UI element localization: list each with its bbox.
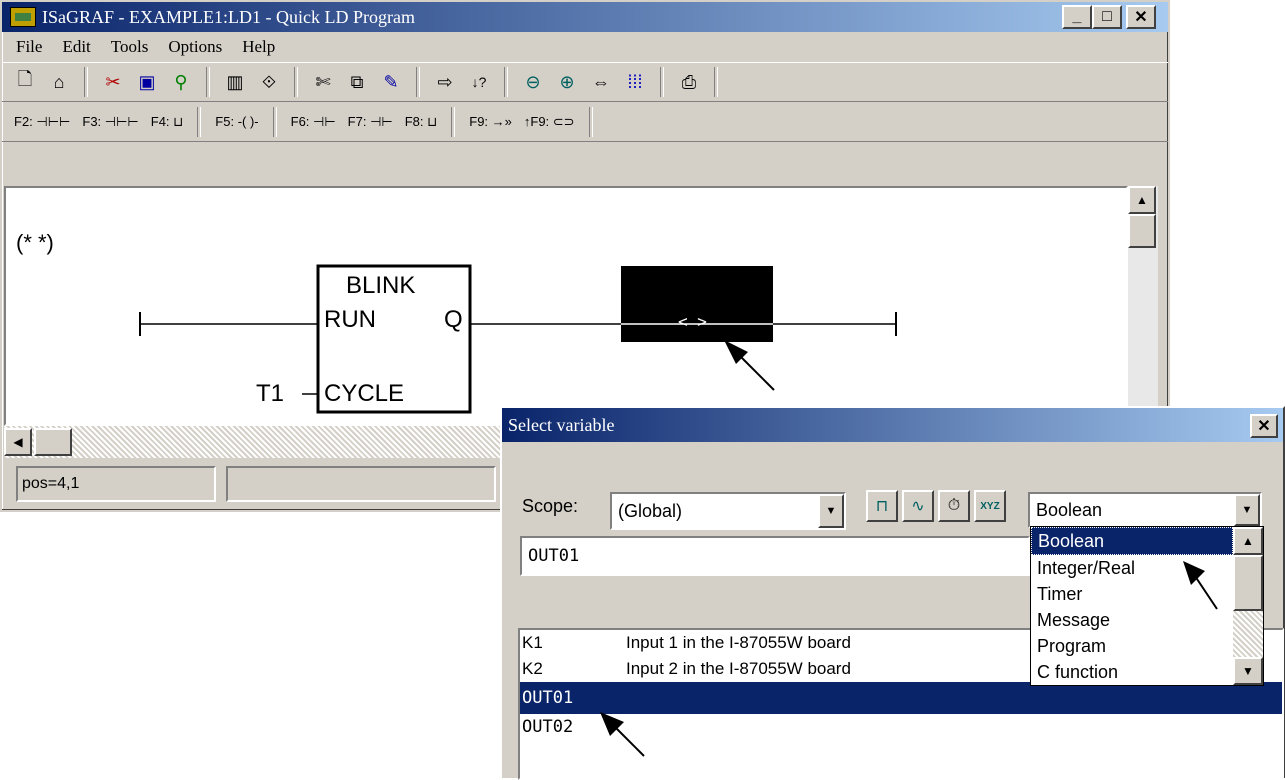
dropdown-scrollbar[interactable]: ▲ ▼	[1233, 527, 1263, 685]
menu-bar: File Edit Tools Options Help	[2, 32, 1168, 62]
ld-block-f7[interactable]: F7: ⊣⊢	[348, 114, 393, 130]
exit-icon[interactable]: ⇨	[433, 70, 457, 94]
chevron-down-icon[interactable]: ▼	[818, 494, 844, 528]
scope-label: Scope:	[522, 496, 579, 516]
ld-contact-f3[interactable]: F3: ⊣⊢⊢	[82, 114, 138, 130]
menu-options[interactable]: Options	[168, 37, 222, 57]
zoom-out-icon[interactable]: ⊖	[521, 70, 545, 94]
minimize-button[interactable]: _	[1062, 5, 1092, 29]
ld-block-f6[interactable]: F6: ⊣⊢	[291, 114, 336, 130]
boolean-type-icon[interactable]: ⊓	[866, 490, 898, 522]
type-select[interactable]: Boolean ▼	[1028, 492, 1262, 528]
cycle-variable: T1	[256, 380, 285, 407]
dialog-close-button[interactable]: ✕	[1250, 414, 1278, 438]
compile-icon[interactable]: ⟐	[257, 70, 281, 94]
type-option-boolean[interactable]: Boolean	[1031, 527, 1233, 555]
vertical-scrollbar[interactable]: ▲	[1128, 186, 1158, 424]
menu-edit[interactable]: Edit	[62, 37, 90, 57]
block-output-q: Q	[444, 306, 463, 333]
close-button[interactable]: ✕	[1126, 5, 1156, 29]
toolbar-separator	[206, 67, 210, 97]
dropdown-scroll-thumb[interactable]	[1233, 555, 1263, 611]
type-option-program[interactable]: Program	[1031, 633, 1263, 659]
scroll-up-icon[interactable]: ▲	[1233, 527, 1263, 555]
variable-comment: Input 2 in the I-87055W board	[626, 659, 851, 678]
print-icon[interactable]: ⎙	[677, 70, 701, 94]
scroll-up-icon[interactable]: ▲	[1128, 186, 1156, 214]
cut-icon[interactable]: ✂	[101, 70, 125, 94]
toolbar-separator	[660, 67, 664, 97]
dialog-titlebar[interactable]: Select variable ✕	[502, 408, 1283, 442]
zoom-in-icon[interactable]: ⊕	[555, 70, 579, 94]
menu-help[interactable]: Help	[242, 37, 275, 57]
block-input-cycle: CYCLE	[324, 380, 405, 407]
paste-icon[interactable]: ✎	[379, 70, 403, 94]
type-value: Boolean	[1036, 499, 1103, 520]
ld-canvas[interactable]: (* *) BLINK RUN Q CYCLE T1 < >	[4, 186, 1128, 426]
block-input-run: RUN	[324, 306, 376, 333]
help-icon[interactable]: ↓?	[467, 70, 491, 94]
status-position: pos=4,1	[16, 466, 216, 502]
ld-coil-f5[interactable]: F5: -( )-	[215, 114, 258, 129]
new-doc-icon[interactable]: 🗋	[13, 69, 37, 94]
chevron-down-icon[interactable]: ▼	[1234, 494, 1260, 526]
ld-parallel-f8[interactable]: F8: ⊔	[405, 114, 438, 130]
search-tool-icon[interactable]: ⚲	[169, 70, 193, 94]
menu-tools[interactable]: Tools	[111, 37, 149, 57]
block-name: BLINK	[346, 272, 416, 299]
monitor-icon[interactable]: ▣	[135, 70, 159, 94]
timer-type-icon[interactable]: ⏱	[938, 490, 970, 522]
copy-icon[interactable]: ⧉	[345, 70, 369, 94]
toolbar-separator	[714, 67, 718, 97]
variable-name-value: OUT01	[528, 546, 580, 566]
variable-name: K2	[522, 659, 543, 678]
ld-contact-f2[interactable]: F2: ⊣⊢⊢	[14, 114, 70, 130]
variable-name: OUT01	[522, 688, 574, 708]
pointer-arrow-icon	[600, 712, 645, 757]
ld-return-shift-f9[interactable]: ↑F9: ⊂⊃	[524, 114, 575, 130]
window-title: ISaGRAF - EXAMPLE1:LD1 - Quick LD Progra…	[42, 6, 415, 27]
toolbar-separator	[416, 67, 420, 97]
dialog-title: Select variable	[508, 414, 615, 435]
variable-name-field[interactable]: OUT01	[520, 536, 1030, 576]
scroll-thumb[interactable]	[1128, 214, 1156, 248]
fit-icon[interactable]: ⇔	[589, 70, 613, 94]
toolbar-separator	[272, 106, 277, 137]
type-dropdown-list[interactable]: Boolean Integer/Real Timer Message Progr…	[1030, 526, 1264, 686]
grid-icon[interactable]: ⁞⁞⁞	[623, 70, 647, 94]
maximize-button[interactable]: □	[1092, 5, 1122, 29]
toolbar-separator	[451, 106, 456, 137]
scope-select[interactable]: (Global) ▼	[610, 492, 846, 530]
scope-value: (Global)	[618, 500, 683, 521]
library-icon[interactable]: ▥	[223, 70, 247, 94]
status-cell-2	[226, 466, 496, 502]
pointer-arrow-icon	[1183, 561, 1218, 610]
toolbar-separator	[504, 67, 508, 97]
ld-jump-f9[interactable]: F9: →»	[469, 114, 512, 129]
main-titlebar[interactable]: ISaGRAF - EXAMPLE1:LD1 - Quick LD Progra…	[2, 2, 1168, 32]
scroll-left-icon[interactable]: ◀	[4, 428, 32, 456]
coil-symbol: < >	[678, 312, 707, 331]
toolbar-separator	[588, 106, 593, 137]
toolbar-separator	[84, 67, 88, 97]
ld-toolbar: F2: ⊣⊢⊢ F3: ⊣⊢⊢ F4: ⊔ F5: -( )- F6: ⊣⊢ F…	[2, 102, 1168, 142]
hscroll-thumb[interactable]	[34, 428, 72, 456]
xyz-type-icon[interactable]: XYZ	[974, 490, 1006, 522]
open-icon[interactable]: ⌂	[47, 70, 71, 94]
scissors-icon[interactable]: ✄	[311, 70, 335, 94]
main-toolbar: 🗋 ⌂ ✂ ▣ ⚲ ▥ ⟐ ✄ ⧉ ✎ ⇨ ↓? ⊖ ⊕ ⇔ ⁞⁞⁞ ⎙	[2, 62, 1168, 102]
toolbar-separator	[197, 106, 202, 137]
ld-parallel-f4[interactable]: F4: ⊔	[151, 114, 184, 130]
toolbar-separator	[294, 67, 298, 97]
ladder-diagram	[139, 264, 897, 414]
isagraf-app-icon[interactable]	[10, 7, 36, 27]
scroll-down-icon[interactable]: ▼	[1233, 657, 1263, 685]
select-variable-dialog: Select variable ✕ Scope: (Global) ▼ ⊓ ∿ …	[500, 406, 1285, 780]
menu-file[interactable]: File	[16, 37, 42, 57]
ld-comment: (* *)	[16, 230, 54, 255]
variable-comment: Input 1 in the I-87055W board	[626, 633, 851, 652]
variable-name: K1	[522, 633, 543, 652]
type-option-c-function[interactable]: C function	[1031, 659, 1263, 685]
analog-type-icon[interactable]: ∿	[902, 490, 934, 522]
